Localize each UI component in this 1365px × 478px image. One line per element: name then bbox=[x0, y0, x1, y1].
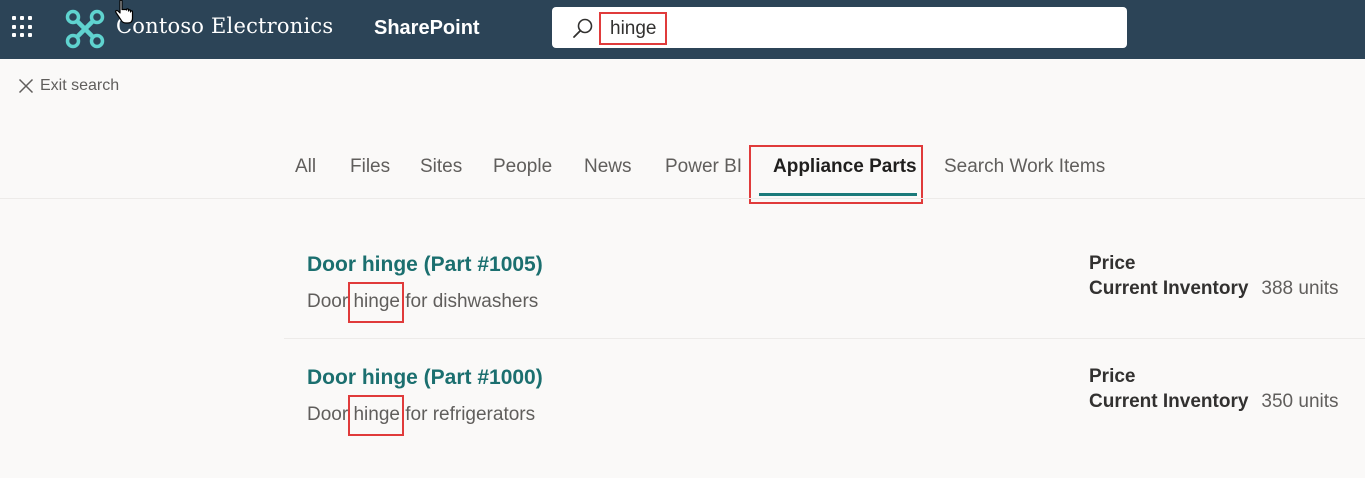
result-title[interactable]: Door hinge (Part #1005) bbox=[307, 253, 543, 277]
divider bbox=[284, 338, 1365, 339]
mouse-cursor-icon bbox=[115, 0, 134, 24]
brand-name[interactable]: Contoso Electronics bbox=[116, 14, 333, 38]
result-title[interactable]: Door hinge (Part #1000) bbox=[307, 366, 543, 390]
result-description: Door hinge for refrigerators bbox=[307, 395, 536, 436]
result-description: Door hinge for dishwashers bbox=[307, 282, 539, 323]
tab-power-bi[interactable]: Power BI bbox=[665, 156, 742, 178]
tab-search-work-items[interactable]: Search Work Items bbox=[944, 156, 1105, 178]
tab-sites[interactable]: Sites bbox=[420, 156, 462, 178]
inventory-value: 350 units bbox=[1261, 391, 1339, 412]
contoso-logo-icon[interactable] bbox=[64, 8, 106, 50]
tab-people[interactable]: People bbox=[493, 156, 552, 178]
close-icon bbox=[18, 78, 34, 94]
inventory-value: 388 units bbox=[1261, 278, 1339, 299]
search-input[interactable] bbox=[599, 12, 667, 45]
search-icon bbox=[573, 18, 593, 38]
price-field: Price bbox=[1089, 366, 1136, 387]
tab-files[interactable]: Files bbox=[350, 156, 390, 178]
search-term-highlight: hinge bbox=[348, 282, 404, 323]
inventory-field: Current Inventory 350 units bbox=[1089, 391, 1339, 412]
suite-bar: Contoso Electronics SharePoint bbox=[0, 0, 1365, 59]
app-launcher-icon[interactable] bbox=[12, 16, 34, 38]
exit-search-label: Exit search bbox=[40, 77, 120, 94]
app-name[interactable]: SharePoint bbox=[374, 17, 480, 40]
search-term-highlight: hinge bbox=[348, 395, 404, 436]
exit-search-button[interactable]: Exit search bbox=[18, 76, 119, 96]
inventory-field: Current Inventory 388 units bbox=[1089, 278, 1339, 299]
annotation-highlight-box bbox=[749, 145, 923, 204]
tab-news[interactable]: News bbox=[584, 156, 632, 178]
tab-all[interactable]: All bbox=[295, 156, 316, 178]
divider bbox=[0, 198, 1365, 199]
price-field: Price bbox=[1089, 253, 1136, 274]
search-verticals: All Files Sites People News Power BI App… bbox=[0, 148, 1365, 198]
